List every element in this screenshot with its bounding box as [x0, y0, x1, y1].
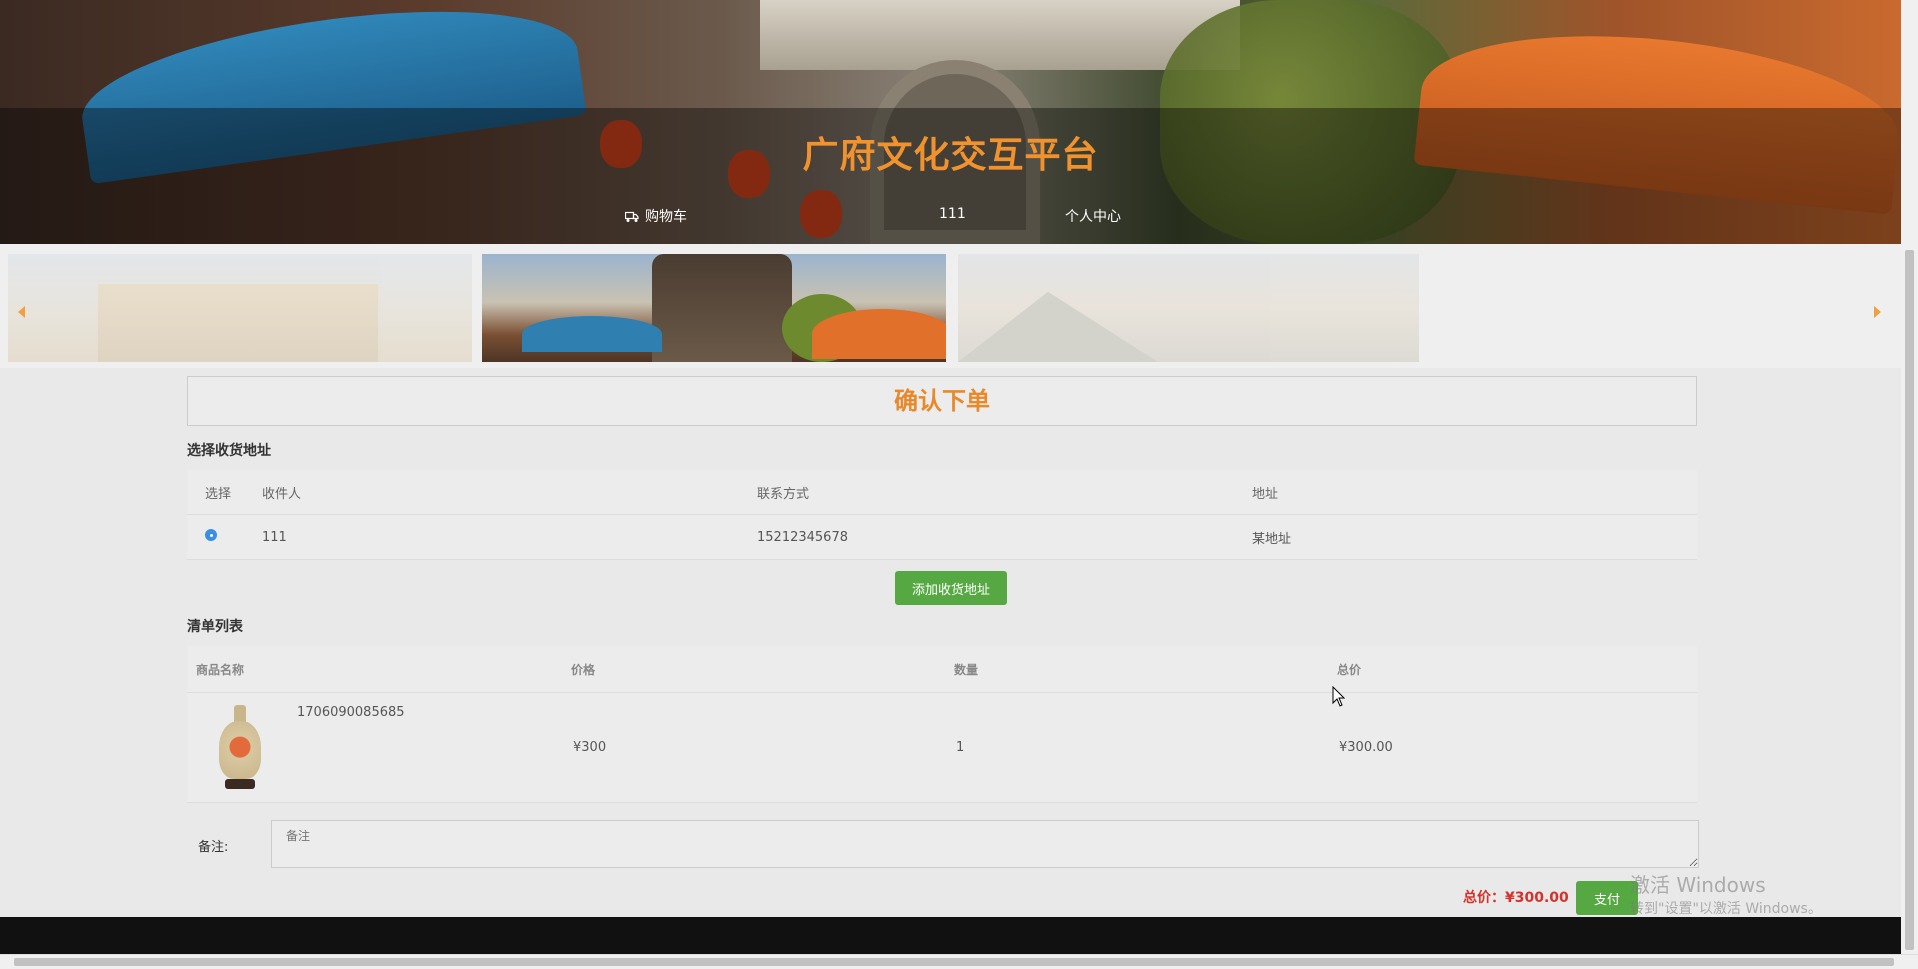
address-table: 选择 收件人 联系方式 地址 111 15212345678 某地址: [187, 470, 1697, 560]
col-quantity: 数量: [953, 646, 1336, 693]
col-product-name: 商品名称: [187, 646, 570, 693]
recipient-cell: 111: [261, 514, 756, 560]
address-table-header: 选择 收件人 联系方式 地址: [187, 470, 1697, 515]
page: 广府文化交互平台 购物车 111 个人中心 确认下单 选择收货地址 选择 收件人…: [0, 0, 1901, 968]
table-row[interactable]: 111 15212345678 某地址: [187, 514, 1697, 560]
col-select: 选择: [187, 470, 261, 515]
horizontal-scroll-thumb[interactable]: [14, 958, 1894, 966]
total-label: 总价：: [1463, 890, 1505, 906]
phone-cell: 15212345678: [756, 514, 1251, 560]
horizontal-scrollbar[interactable]: [0, 954, 1918, 969]
items-table: 商品名称 价格 数量 总价 1706090085685 ¥300 1 ¥300.…: [187, 646, 1697, 803]
items-table-header: 商品名称 价格 数量 总价: [187, 646, 1697, 693]
product-cell: 1706090085685: [187, 692, 570, 803]
col-recipient: 收件人: [261, 470, 756, 515]
address-radio[interactable]: [205, 529, 217, 541]
mouse-cursor-icon: [1332, 686, 1346, 707]
quantity-cell: 1: [953, 692, 1336, 803]
windows-activation-watermark: 激活 Windows 转到"设置"以激活 Windows。: [1630, 873, 1822, 921]
nav-cart-link[interactable]: 购物车: [624, 206, 687, 226]
site-title: 广府文化交互平台: [802, 135, 1099, 176]
total-price: 总价：¥300.00: [1463, 887, 1569, 907]
col-phone: 联系方式: [756, 470, 1251, 515]
vertical-scrollbar[interactable]: [1901, 0, 1918, 954]
address-cell: 某地址: [1251, 514, 1697, 560]
watermark-line1: 激活 Windows: [1630, 873, 1766, 897]
price-cell: ¥300: [570, 692, 953, 803]
truck-icon: [624, 211, 639, 222]
address-section-label: 选择收货地址: [187, 443, 271, 459]
pay-button[interactable]: 支付: [1576, 881, 1638, 915]
nav-username[interactable]: 111: [939, 206, 966, 226]
nav-profile-link[interactable]: 个人中心: [1065, 206, 1121, 226]
chevron-left-icon[interactable]: [18, 306, 25, 318]
chevron-right-icon[interactable]: [1874, 306, 1881, 318]
table-row: 1706090085685 ¥300 1 ¥300.00: [187, 692, 1697, 803]
header-banner: 广府文化交互平台 购物车 111 个人中心: [0, 0, 1901, 244]
nav-cart-label: 购物车: [645, 209, 687, 225]
vertical-scroll-thumb[interactable]: [1905, 250, 1914, 950]
carousel-slide-active[interactable]: [482, 254, 946, 362]
page-title: 确认下单: [187, 376, 1697, 426]
image-carousel: [0, 244, 1901, 368]
product-name[interactable]: 1706090085685: [297, 705, 405, 720]
total-value: ¥300.00: [1505, 890, 1569, 906]
product-thumbnail[interactable]: [215, 703, 265, 789]
remark-label: 备注:: [198, 840, 229, 855]
carousel-slide[interactable]: [8, 254, 472, 362]
subtotal-cell: ¥300.00: [1336, 692, 1697, 803]
carousel-slide[interactable]: [958, 254, 1419, 362]
banner-sky: [760, 0, 1240, 70]
add-address-button[interactable]: 添加收货地址: [895, 571, 1007, 605]
address-radio-cell[interactable]: [187, 514, 261, 560]
col-total: 总价: [1336, 646, 1697, 693]
col-price: 价格: [570, 646, 953, 693]
remark-input[interactable]: [271, 820, 1699, 868]
page-footer: [0, 917, 1901, 954]
list-section-label: 清单列表: [187, 619, 243, 635]
col-address: 地址: [1251, 470, 1697, 515]
